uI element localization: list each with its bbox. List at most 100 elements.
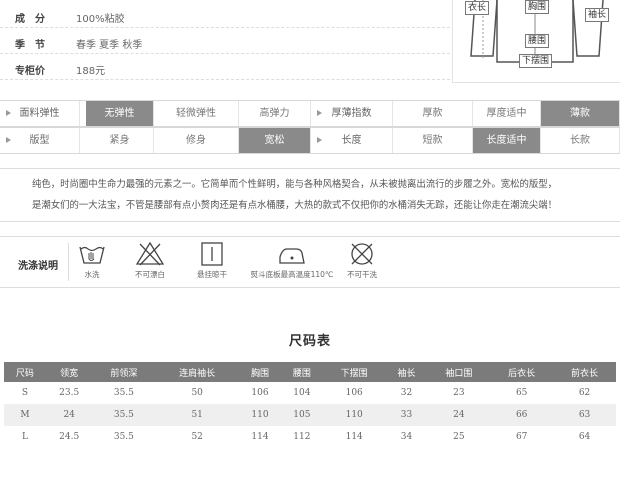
attr-option-thin: 薄款 — [541, 101, 620, 126]
table-cell: M — [4, 404, 46, 426]
info-value: 春季 夏季 秋季 — [76, 40, 143, 51]
table-cell: 66 — [490, 404, 554, 426]
info-row-material: 成 分 100%粘胶 — [0, 4, 450, 28]
col-header: 前领深 — [92, 362, 156, 382]
attr-option-loose: 宽松 — [239, 128, 311, 153]
table-cell: 23 — [427, 382, 491, 404]
size-table: 尺码 领宽 前领深 连肩袖长 胸围 腰围 下摆围 袖长 袖口围 后衣长 前衣长 … — [4, 362, 616, 448]
size-table-header: 尺码 领宽 前领深 连肩袖长 胸围 腰围 下摆围 袖长 袖口围 后衣长 前衣长 — [4, 362, 616, 382]
col-header: 领宽 — [45, 362, 93, 382]
table-row: M 24 35.5 51 110 105 110 33 24 66 63 — [4, 404, 616, 426]
divider — [0, 79, 450, 80]
divider — [0, 27, 450, 28]
divider — [0, 53, 450, 54]
table-cell: 62 — [553, 382, 616, 404]
table-cell: 114 — [322, 426, 386, 448]
table-cell: L — [4, 426, 46, 448]
info-label: 专柜价 — [15, 66, 45, 77]
col-header: 袖长 — [385, 362, 428, 382]
garment-diagram: 衣长 胸围 袖长 腰围 下摆围 — [452, 0, 620, 83]
attr-option-no-stretch: 无弹性 — [86, 101, 154, 126]
hand-wash-icon — [79, 246, 105, 264]
col-header: 胸围 — [239, 362, 281, 382]
info-row-season: 季 节 春季 夏季 秋季 — [0, 30, 450, 54]
table-cell: 32 — [385, 382, 428, 404]
attr-option-thick: 厚款 — [393, 101, 473, 126]
info-value: 188元 — [76, 66, 106, 77]
table-cell: 50 — [155, 382, 240, 404]
attribute-row-elasticity: 面料弹性 无弹性 轻微弹性 高弹力 厚薄指数 厚款 厚度适中 薄款 — [0, 100, 620, 127]
table-cell: 64 — [553, 426, 616, 448]
washing-instructions: 洗涤说明 水洗 不可漂白 悬挂晾干 熨斗底板最高温度110℃ 不可干洗 — [0, 236, 620, 288]
info-value: 100%粘胶 — [76, 14, 125, 25]
table-cell: 112 — [280, 426, 323, 448]
col-header: 尺码 — [4, 362, 46, 382]
description-line: 是潮女们的一大法宝，不管是腰部有点小赘肉还是有点水桶腰，大热的款式不仅把你的水桶… — [32, 200, 558, 211]
table-cell: 23.5 — [45, 382, 93, 404]
attribute-row-fit: 版型 紧身 修身 宽松 长度 短款 长度适中 长款 — [0, 127, 620, 154]
attr-label-fit: 版型 — [0, 128, 80, 153]
table-cell: 51 — [155, 404, 240, 426]
table-row: S 23.5 35.5 50 106 104 106 32 23 65 62 — [4, 382, 616, 404]
attr-option-short: 短款 — [393, 128, 473, 153]
col-header: 腰围 — [280, 362, 323, 382]
attr-label-length: 长度 — [311, 128, 393, 153]
table-cell: 106 — [239, 382, 281, 404]
description-line: 纯色，时尚圈中生命力最强的元素之一。它简单而个性鲜明，能与各种风格契合，从未被抛… — [32, 179, 558, 190]
table-cell: 110 — [322, 404, 386, 426]
table-cell: 52 — [155, 426, 240, 448]
diagram-tag-hem: 下摆围 — [519, 54, 553, 68]
table-cell: 110 — [239, 404, 281, 426]
table-cell: 104 — [280, 382, 323, 404]
attr-option-tight: 紧身 — [86, 128, 154, 153]
attr-label-thickness: 厚薄指数 — [311, 101, 393, 126]
diagram-tag-sleeve: 袖长 — [585, 8, 610, 22]
triangle-bullet-icon — [6, 110, 11, 116]
table-cell: 105 — [280, 404, 323, 426]
attr-label-elasticity: 面料弹性 — [0, 101, 80, 126]
col-header: 后衣长 — [490, 362, 554, 382]
iron-icon — [279, 248, 305, 264]
table-cell: 35.5 — [92, 404, 156, 426]
hang-dry-icon — [201, 242, 223, 266]
wash-item-hang-dry: 悬挂晾干 — [174, 241, 250, 283]
diagram-tag-length: 衣长 — [465, 1, 490, 15]
triangle-bullet-icon — [317, 137, 322, 143]
attr-option-long: 长款 — [541, 128, 620, 153]
triangle-bullet-icon — [317, 110, 322, 116]
washing-title: 洗涤说明 — [18, 261, 58, 272]
col-header: 袖口围 — [427, 362, 491, 382]
table-cell: 24 — [45, 404, 93, 426]
col-header: 下摆围 — [322, 362, 386, 382]
table-cell: 25 — [427, 426, 491, 448]
no-dry-clean-icon — [351, 243, 373, 265]
diagram-tag-chest: 胸围 — [525, 0, 550, 14]
table-cell: 35.5 — [92, 426, 156, 448]
table-cell: 34 — [385, 426, 428, 448]
diagram-tag-waist: 腰围 — [525, 34, 550, 48]
product-description: 纯色，时尚圈中生命力最强的元素之一。它简单而个性鲜明，能与各种风格契合，从未被抛… — [0, 168, 620, 222]
triangle-bullet-icon — [6, 137, 11, 143]
attribute-table: 面料弹性 无弹性 轻微弹性 高弹力 厚薄指数 厚款 厚度适中 薄款 版型 紧身 … — [0, 100, 620, 154]
table-cell: 24.5 — [45, 426, 93, 448]
table-row: L 24.5 35.5 52 114 112 114 34 25 67 64 — [4, 426, 616, 448]
attr-option-high-stretch: 高弹力 — [239, 101, 311, 126]
table-cell: S — [4, 382, 46, 404]
no-bleach-icon — [135, 241, 165, 266]
info-label: 成 分 — [15, 14, 45, 25]
table-cell: 67 — [490, 426, 554, 448]
attr-option-medium-thick: 厚度适中 — [473, 101, 541, 126]
attr-option-medium-length: 长度适中 — [473, 128, 541, 153]
table-cell: 33 — [385, 404, 428, 426]
size-chart-title: 尺码表 — [288, 334, 331, 349]
table-cell: 63 — [553, 404, 616, 426]
info-label: 季 节 — [15, 40, 45, 51]
table-cell: 114 — [239, 426, 281, 448]
table-cell: 106 — [322, 382, 386, 404]
table-cell: 35.5 — [92, 382, 156, 404]
info-row-price: 专柜价 188元 — [0, 56, 450, 80]
wash-item-no-dry-clean: 不可干洗 — [324, 241, 400, 283]
col-header: 前衣长 — [553, 362, 616, 382]
attr-option-slim: 修身 — [154, 128, 239, 153]
table-cell: 65 — [490, 382, 554, 404]
